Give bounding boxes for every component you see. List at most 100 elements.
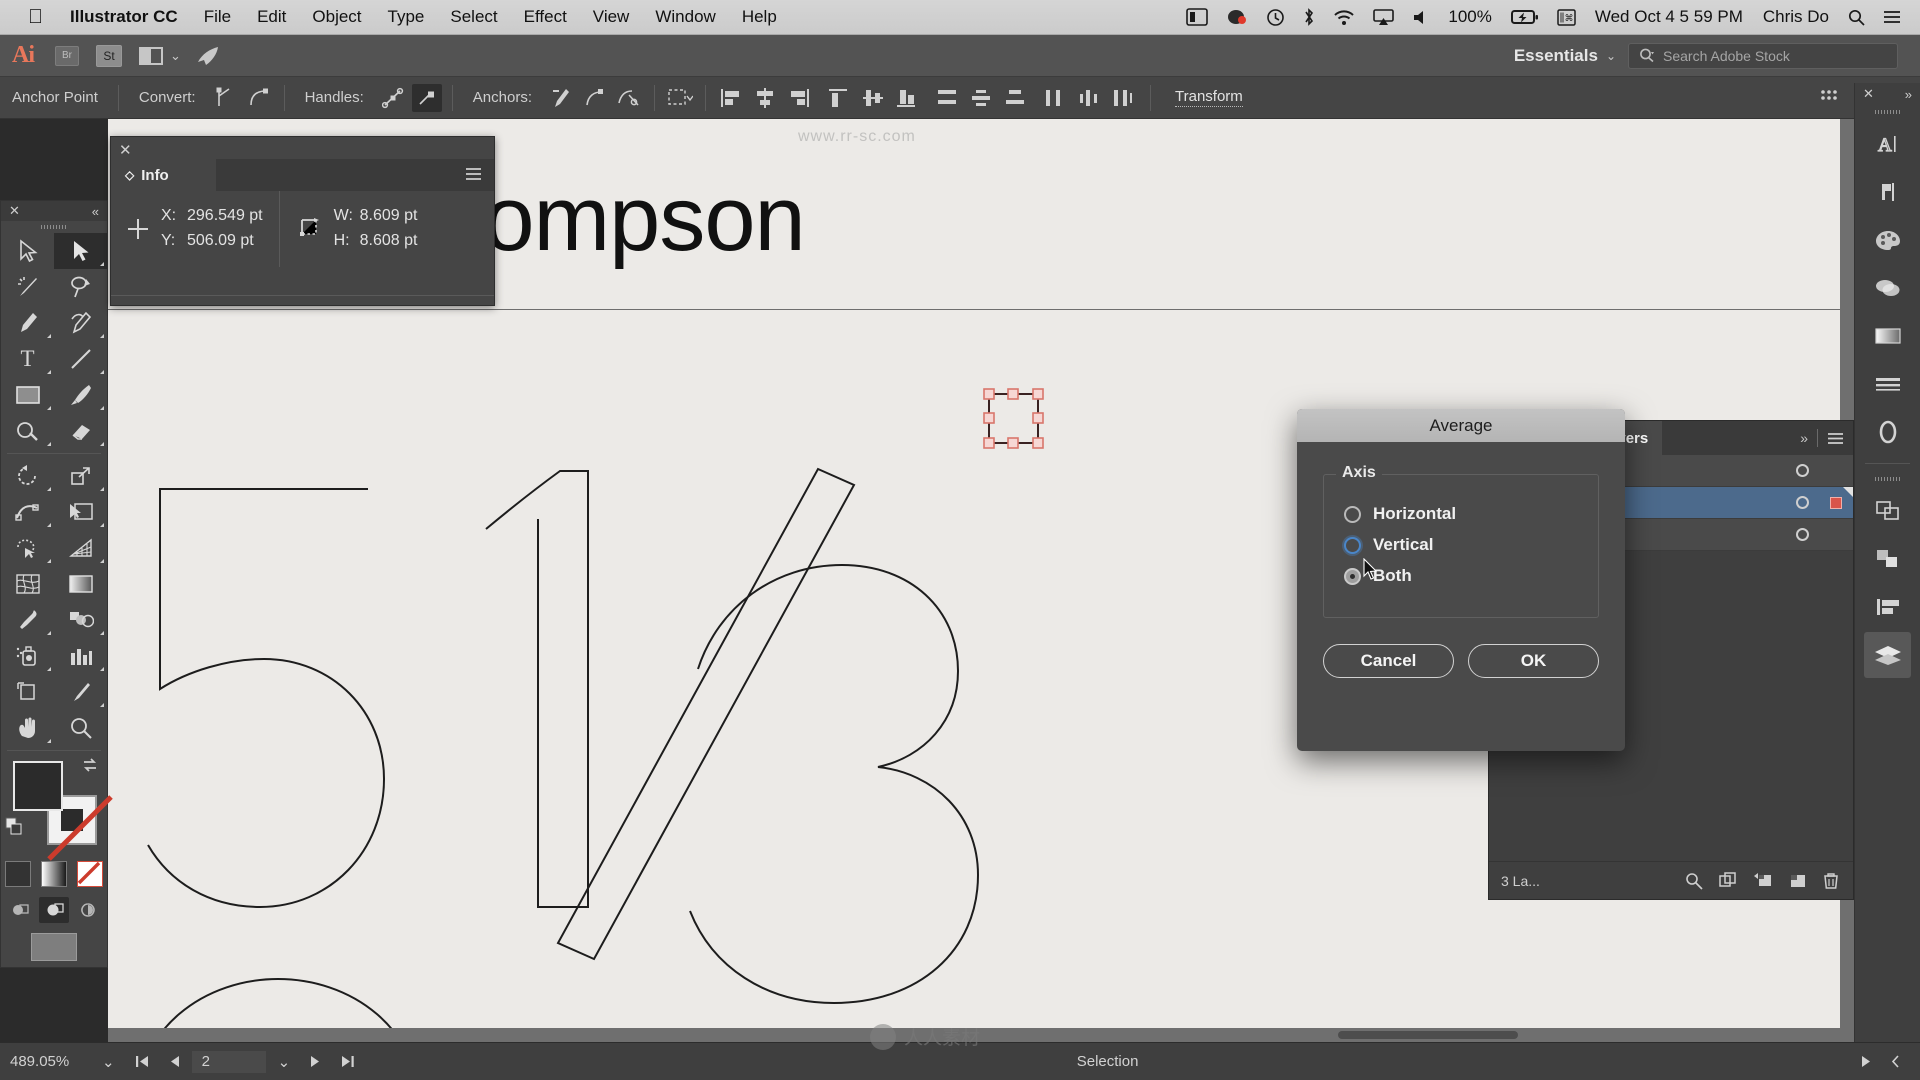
swap-fill-stroke-icon[interactable] [81,757,99,773]
selection-tool[interactable] [1,233,54,269]
search-adobe-stock-input[interactable]: Search Adobe Stock [1628,42,1898,69]
radio-vertical-input[interactable] [1344,536,1361,554]
tools-panel-grip[interactable] [1,221,107,233]
symbol-sprayer-tool[interactable] [1,638,54,674]
chevron-down-icon[interactable]: ⌄ [92,1053,125,1071]
stroke-panel-icon[interactable] [1864,361,1911,407]
layers-stack-panel-icon[interactable] [1864,584,1911,630]
horizontal-scrollbar-thumb[interactable] [1338,1031,1518,1039]
show-handles-icon[interactable] [378,84,408,112]
spotlight-search-icon[interactable] [1839,9,1874,26]
menu-type[interactable]: Type [375,7,438,27]
distribute-right-icon[interactable] [1108,84,1138,112]
radio-both-input[interactable] [1344,567,1361,585]
bridge-icon[interactable]: Br [50,43,84,69]
draw-behind-icon[interactable] [39,897,69,923]
chevron-down-icon[interactable]: ⌄ [170,48,181,64]
swatches-panel-icon[interactable] [1864,217,1911,263]
distribute-horizontal-center-icon[interactable] [1074,84,1104,112]
tab-info[interactable]: ◇ Info [111,159,216,191]
selected-object-bounding-box[interactable] [981,386,1046,451]
draw-normal-icon[interactable] [5,897,35,923]
align-top-icon[interactable] [824,84,854,112]
direct-selection-tool[interactable] [54,233,107,269]
align-left-icon[interactable] [716,84,746,112]
none-mode-icon[interactable] [77,861,103,887]
horizontal-scrollbar[interactable] [108,1028,1854,1042]
eraser-tool[interactable] [54,413,107,449]
remove-anchor-icon[interactable] [546,84,576,112]
curvature-tool[interactable] [54,305,107,341]
distribute-vertical-center-icon[interactable] [966,84,996,112]
paragraph-panel-icon[interactable] [1864,169,1911,215]
menu-help[interactable]: Help [729,7,790,27]
stock-icon[interactable]: St [92,43,126,69]
expand-panels-icon[interactable]: » [1905,87,1912,102]
menu-view[interactable]: View [580,7,643,27]
bluetooth-icon[interactable] [1294,7,1324,27]
connect-anchors-icon[interactable] [580,84,610,112]
color-mode-icon[interactable] [5,861,31,887]
rail-grip-2[interactable] [1855,472,1920,486]
close-icon[interactable]: ✕ [9,203,20,219]
arrange-documents-icon[interactable] [134,43,168,69]
menu-object[interactable]: Object [299,7,374,27]
convert-to-smooth-icon[interactable] [244,84,274,112]
keyboard-input-icon[interactable]: ⌘ [1548,8,1585,26]
locate-object-icon[interactable] [1685,872,1703,890]
align-right-icon[interactable] [784,84,814,112]
previous-artboard-icon[interactable] [159,1055,190,1068]
make-clipping-mask-icon[interactable] [1719,871,1737,890]
menu-effect[interactable]: Effect [511,7,580,27]
paint-mode-buttons[interactable] [1,861,107,887]
apple-logo-icon[interactable]:  [10,7,57,27]
create-new-sublayer-icon[interactable] [1753,872,1773,890]
cancel-button[interactable]: Cancel [1323,644,1454,678]
distribute-top-icon[interactable] [932,84,962,112]
lasso-tool[interactable] [54,269,107,305]
dropbox-icon[interactable] [1217,8,1257,26]
hide-handles-icon[interactable] [411,83,442,112]
default-fill-stroke-icon[interactable] [5,817,27,839]
isolate-selected-icon[interactable] [665,84,695,112]
radio-both[interactable]: Both [1344,566,1582,586]
rail-grip[interactable] [1855,105,1920,119]
info-panel[interactable]: ✕ ◇ Info X: 296.549 pt Y: 506.09 pt W: 8… [110,136,495,306]
transparency-panel-icon[interactable] [1864,265,1911,311]
menu-edit[interactable]: Edit [244,7,299,27]
perspective-grid-tool[interactable] [54,530,107,566]
menu-user-name[interactable]: Chris Do [1753,7,1839,27]
ok-button[interactable]: OK [1468,644,1599,678]
fill-stroke-swatches[interactable] [1,755,113,861]
chevron-down-icon[interactable]: ⌄ [268,1053,301,1071]
close-icon[interactable]: ✕ [1863,86,1874,102]
notification-center-icon[interactable] [1874,10,1910,24]
pathfinder-panel-icon[interactable] [1864,488,1911,534]
average-dialog[interactable]: Average Axis Horizontal Vertical Both Ca… [1297,409,1625,751]
zoom-level-value[interactable]: 489.05% [0,1053,92,1070]
align-panel-icon[interactable] [1864,536,1911,582]
panel-menu-icon[interactable] [465,167,482,181]
arrange-panels-icon[interactable] [1814,84,1844,112]
fill-swatch[interactable] [13,761,63,811]
blend-tool[interactable] [54,602,107,638]
distribute-bottom-icon[interactable] [1000,84,1030,112]
first-artboard-icon[interactable] [125,1055,159,1068]
status-play-icon[interactable] [1850,1055,1881,1068]
align-vertical-center-icon[interactable] [858,84,888,112]
menu-app-name[interactable]: Illustrator CC [57,7,191,27]
screen-mode-button[interactable] [1,933,107,961]
volume-icon[interactable] [1403,9,1438,26]
last-artboard-icon[interactable] [331,1055,365,1068]
tools-panel[interactable]: ✕ « T [0,200,113,968]
create-new-layer-icon[interactable] [1789,872,1807,890]
workspace-switcher[interactable]: Essentials [1514,46,1604,66]
align-bottom-icon[interactable] [892,84,922,112]
radio-vertical[interactable]: Vertical [1344,535,1582,555]
wifi-icon[interactable] [1324,9,1364,26]
time-machine-icon[interactable] [1257,8,1294,27]
magic-wand-tool[interactable] [1,269,54,305]
shaper-tool[interactable] [1,413,54,449]
expand-panels-icon[interactable]: » [1791,421,1817,455]
status-selection-text[interactable]: Selection [365,1053,1850,1070]
